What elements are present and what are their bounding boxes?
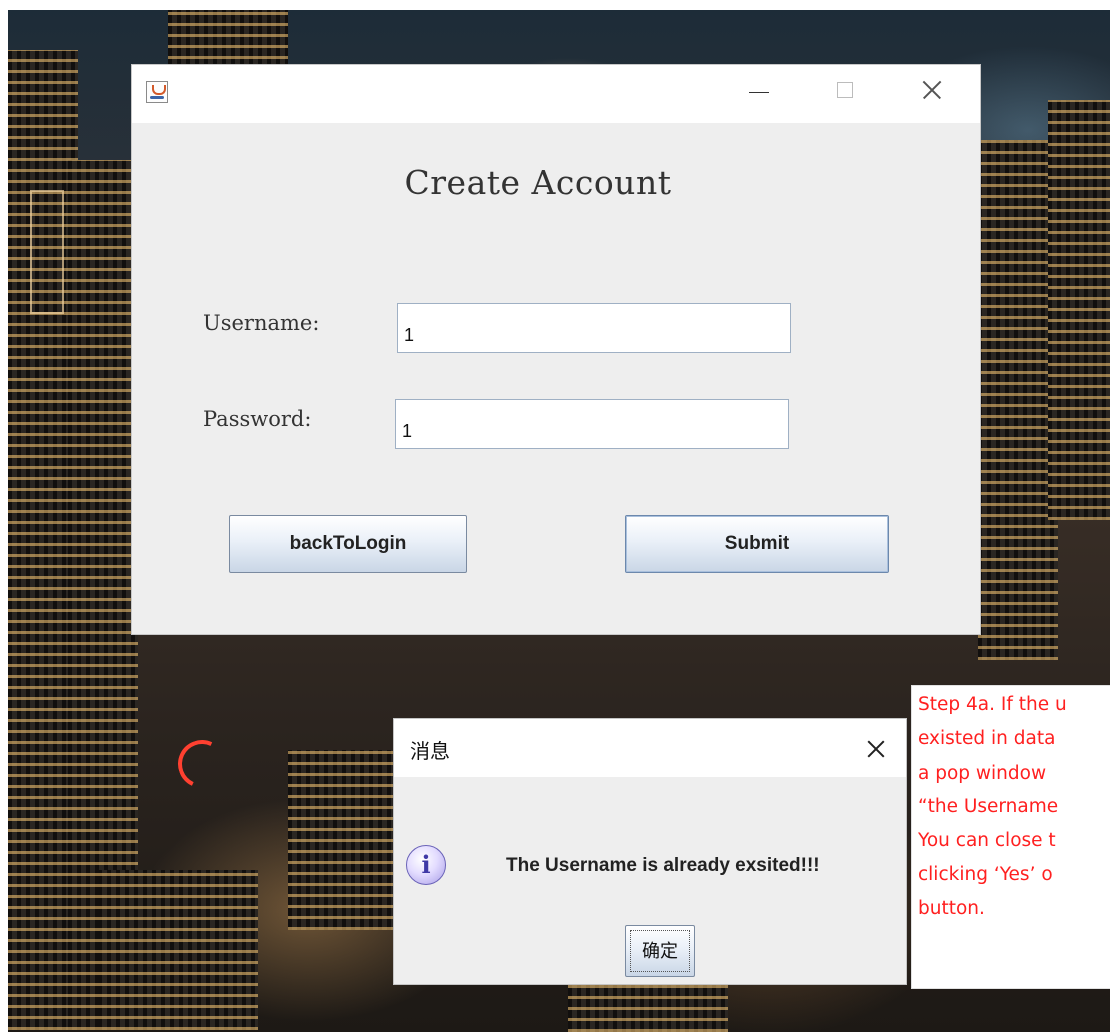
- dialog-title: 消息: [410, 739, 450, 763]
- background-crane: [30, 190, 64, 314]
- password-input[interactable]: [395, 399, 789, 449]
- submit-button[interactable]: Submit: [625, 515, 889, 573]
- annotation-line: existed in data: [918, 728, 1056, 749]
- dialog-titlebar: 消息: [394, 719, 906, 777]
- annotation-line: clicking ‘Yes’ o: [918, 864, 1053, 885]
- username-input[interactable]: [397, 303, 791, 353]
- close-icon[interactable]: [910, 65, 956, 115]
- dialog-body: i The Username is already exsited!!! 确定: [394, 777, 906, 984]
- annotation-line: button.: [918, 898, 985, 919]
- create-account-window: Create Account Username: Password: backT…: [132, 65, 980, 634]
- annotation-line: Step 4a. If the u: [918, 694, 1067, 715]
- message-dialog: 消息 i The Username is already exsited!!! …: [394, 719, 906, 984]
- password-label: Password:: [203, 407, 312, 431]
- annotation-line: “the Username: [918, 796, 1059, 817]
- ok-button[interactable]: 确定: [625, 925, 695, 977]
- ok-button-label: 确定: [630, 930, 690, 972]
- annotation-callout: Step 4a. If the u existed in data a pop …: [912, 686, 1110, 988]
- background-building: [168, 10, 288, 70]
- username-label: Username:: [203, 311, 320, 335]
- dialog-close-icon[interactable]: [858, 731, 894, 767]
- page-title: Create Account: [404, 163, 672, 202]
- background-building: [288, 750, 408, 930]
- java-cup-icon: [146, 81, 168, 103]
- info-icon: i: [406, 845, 446, 885]
- minimize-icon[interactable]: [736, 65, 782, 115]
- background-building: [1048, 100, 1110, 520]
- maximize-icon[interactable]: [822, 65, 868, 115]
- dialog-message: The Username is already exsited!!!: [506, 855, 820, 876]
- background-building: [98, 870, 258, 1030]
- annotation-line: a pop window: [918, 763, 1047, 784]
- back-to-login-button[interactable]: backToLogin: [229, 515, 467, 573]
- annotation-line: You can close t: [918, 830, 1056, 851]
- background-neon-sign: [171, 733, 233, 795]
- window-titlebar: [132, 65, 980, 123]
- background-building: [978, 140, 1058, 660]
